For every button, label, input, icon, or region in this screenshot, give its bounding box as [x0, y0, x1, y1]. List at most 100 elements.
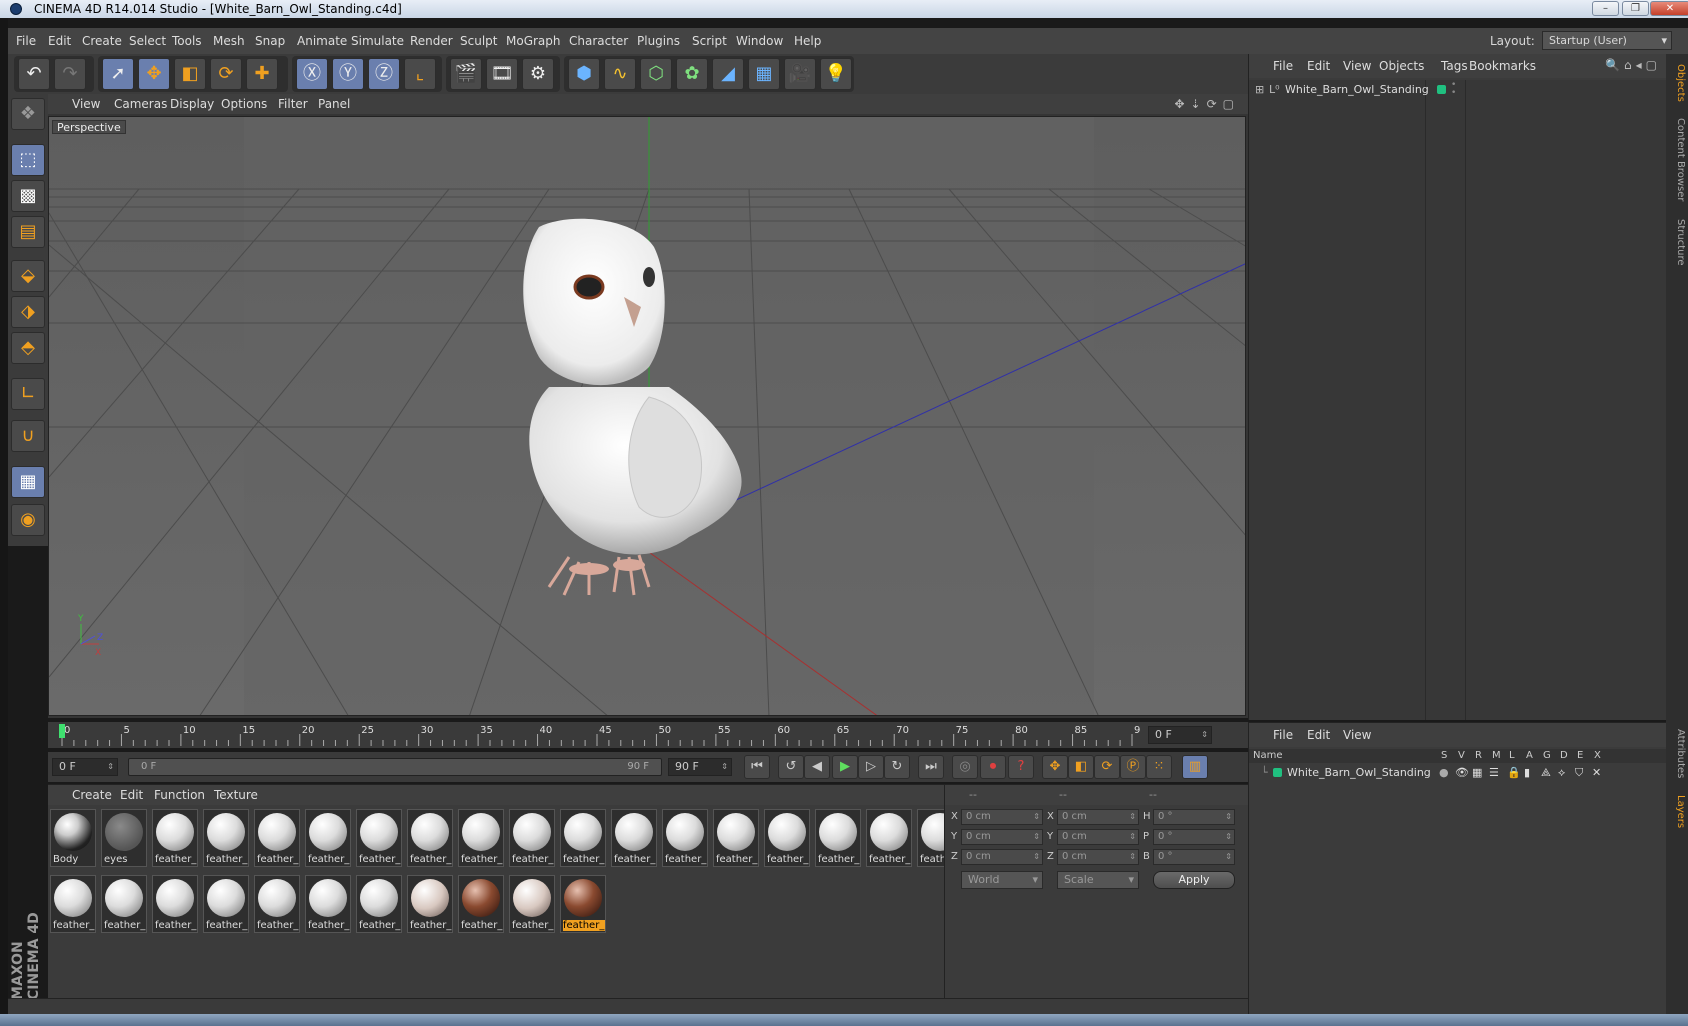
material-swatch[interactable]: feather_	[611, 809, 657, 867]
menu-simulate[interactable]: Simulate	[351, 28, 404, 54]
layer-name[interactable]: White_Barn_Owl_Standing	[1287, 765, 1431, 781]
live-selection-icon[interactable]: ➚	[102, 58, 134, 90]
z-axis-icon[interactable]: Ⓩ	[368, 58, 400, 90]
material-swatch[interactable]: feather_	[254, 875, 300, 933]
coordinate-mode-select[interactable]: World ▾	[961, 871, 1043, 889]
viewport-camera-label[interactable]: Perspective	[52, 120, 126, 134]
material-swatch[interactable]: feather_	[101, 875, 147, 933]
menu-help[interactable]: Help	[794, 28, 821, 54]
layout-select[interactable]: Startup (User) ▾	[1542, 31, 1672, 50]
edges-mode-icon[interactable]: ⬗	[11, 296, 45, 328]
material-swatch[interactable]: feather_	[815, 809, 861, 867]
render-view-icon[interactable]: 🎬	[450, 58, 482, 90]
material-swatch[interactable]: feather_	[407, 875, 453, 933]
menu-plugins[interactable]: Plugins	[637, 28, 680, 54]
make-editable-icon[interactable]: ❖	[11, 98, 45, 130]
tab-attributes[interactable]: Attributes	[1668, 722, 1686, 786]
coordinate-type-select[interactable]: Scale ▾	[1057, 871, 1139, 889]
objects-menu-view[interactable]: View	[1343, 54, 1371, 78]
menu-create[interactable]: Create	[82, 28, 122, 54]
layer-column-locked[interactable]: L	[1509, 749, 1515, 763]
deformer-icon[interactable]: ◢	[712, 58, 744, 90]
visibility-dots-icon[interactable]: • •	[1451, 81, 1456, 98]
light-icon[interactable]: 💡	[820, 58, 852, 90]
expand-icon[interactable]: ⊞	[1255, 82, 1264, 98]
material-menu-create[interactable]: Create	[72, 785, 112, 805]
menu-snap[interactable]: Snap	[255, 28, 285, 54]
minimize-button[interactable]: –	[1592, 1, 1619, 16]
tab-structure[interactable]: Structure	[1668, 212, 1686, 272]
objects-menu-tags[interactable]: Tags	[1441, 54, 1468, 78]
menu-mograph[interactable]: MoGraph	[506, 28, 561, 54]
model-mode-icon[interactable]: ⬚	[11, 144, 45, 176]
material-swatch[interactable]: feather_	[305, 875, 351, 933]
material-swatch[interactable]: feather_	[662, 809, 708, 867]
material-swatch[interactable]: feather_	[356, 809, 402, 867]
menu-animate[interactable]: Animate	[297, 28, 347, 54]
key-scale-icon[interactable]: ◧	[1068, 755, 1094, 779]
quantize-icon[interactable]: ◉	[11, 504, 45, 536]
material-menu-texture[interactable]: Texture	[214, 785, 258, 805]
layer-column-generators[interactable]: G	[1543, 749, 1551, 763]
redo-icon[interactable]: ↷	[54, 58, 86, 90]
axis-mode-icon[interactable]: ∟	[11, 378, 45, 410]
frame-range-slider[interactable]: 0 F 90 F	[128, 758, 662, 776]
viewport-menu-display[interactable]: Display	[170, 94, 214, 114]
go-to-end-icon[interactable]: ⏭	[918, 755, 944, 779]
coordinate-system-icon[interactable]: ⌞	[404, 58, 436, 90]
objects-menu-file[interactable]: File	[1273, 54, 1293, 78]
rotation-p-field[interactable]: 0 ° ⇕	[1153, 829, 1235, 845]
animation-icon[interactable]: ▮	[1524, 765, 1530, 781]
spline-icon[interactable]: ∿	[604, 58, 636, 90]
end-frame-field[interactable]: 90 F ⇕	[668, 758, 732, 776]
menu-mesh[interactable]: Mesh	[213, 28, 245, 54]
objects-menu-edit[interactable]: Edit	[1307, 54, 1330, 78]
material-swatch[interactable]: feather_	[866, 809, 912, 867]
rotation-h-field[interactable]: 0 ° ⇕	[1153, 809, 1235, 825]
position-x-field[interactable]: 0 cm ⇕	[961, 809, 1043, 825]
manager-icon[interactable]: ☰	[1489, 765, 1499, 781]
layer-column-animation[interactable]: A	[1526, 749, 1533, 763]
material-swatch[interactable]: feather_	[152, 809, 198, 867]
restore-button[interactable]: ❐	[1622, 1, 1649, 16]
tab-content-browser[interactable]: Content Browser	[1668, 112, 1686, 208]
xref-icon[interactable]: ✕	[1592, 765, 1601, 781]
material-swatch[interactable]: feather_	[356, 875, 402, 933]
objects-menu-bookmarks[interactable]: Bookmarks	[1469, 54, 1536, 78]
material-swatch[interactable]: feather_	[152, 875, 198, 933]
menu-window[interactable]: Window	[736, 28, 783, 54]
menu-edit[interactable]: Edit	[48, 28, 71, 54]
material-swatch[interactable]: eyes	[101, 809, 147, 867]
solo-icon[interactable]: ●	[1439, 765, 1449, 781]
size-x-field[interactable]: 0 cm ⇕	[1057, 809, 1139, 825]
menu-select[interactable]: Select	[129, 28, 166, 54]
array-icon[interactable]: ✿	[676, 58, 708, 90]
texture-mode-icon[interactable]: ▩	[11, 180, 45, 212]
material-swatch[interactable]: feather_	[50, 875, 96, 933]
material-swatch[interactable]: feather_	[764, 809, 810, 867]
menu-script[interactable]: Script	[692, 28, 727, 54]
viewport-menu-options[interactable]: Options	[221, 94, 267, 114]
step-forward-icon[interactable]: ▷	[858, 755, 884, 779]
apply-button[interactable]: Apply	[1153, 871, 1235, 889]
viewport-canvas[interactable]: Y Z X Perspective	[48, 116, 1246, 716]
rotate-icon[interactable]: ⟳	[210, 58, 242, 90]
viewport-menu-cameras[interactable]: Cameras	[114, 94, 167, 114]
layers-menu-edit[interactable]: Edit	[1307, 723, 1330, 747]
cube-icon[interactable]: ⬢	[568, 58, 600, 90]
material-swatch[interactable]: feather_	[458, 875, 504, 933]
floor-icon[interactable]: ▦	[748, 58, 780, 90]
expression-icon[interactable]: ⛉	[1575, 765, 1583, 781]
layer-column-expressions[interactable]: E	[1577, 749, 1583, 763]
workplane-mode-icon[interactable]: ▤	[11, 216, 45, 248]
material-swatch[interactable]: feather_	[713, 809, 759, 867]
tab-layers[interactable]: Layers	[1668, 790, 1686, 834]
material-swatch[interactable]: feather_	[305, 809, 351, 867]
menu-render[interactable]: Render	[410, 28, 453, 54]
layer-column-solo[interactable]: S	[1441, 749, 1447, 763]
timeline-window-icon[interactable]: ▥	[1182, 755, 1208, 779]
points-mode-icon[interactable]: ⬙	[11, 260, 45, 292]
menu-tools[interactable]: Tools	[172, 28, 202, 54]
objects-menu-objects[interactable]: Objects	[1379, 54, 1424, 78]
render-icon[interactable]: ▦	[1472, 765, 1482, 781]
